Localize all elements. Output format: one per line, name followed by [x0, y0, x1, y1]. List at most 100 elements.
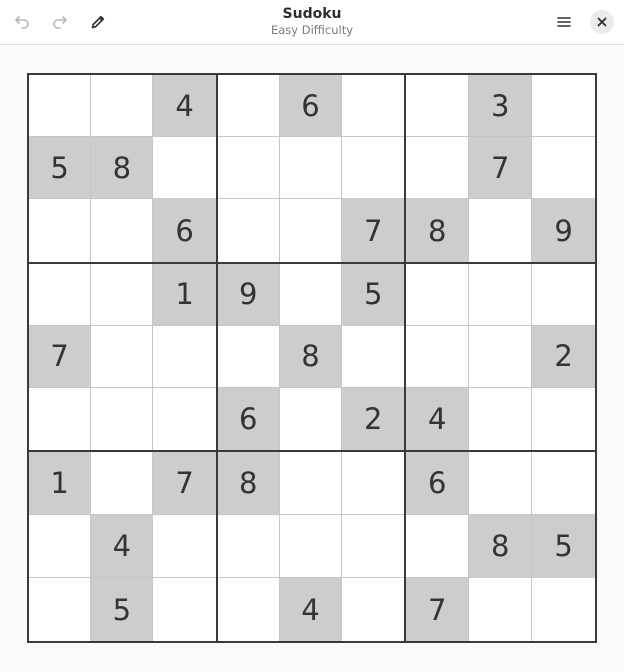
redo-button[interactable]	[44, 6, 76, 38]
sudoku-cell[interactable]: 5	[29, 137, 92, 200]
sudoku-cell[interactable]	[469, 325, 533, 389]
sudoku-cell[interactable]: 5	[91, 578, 154, 641]
sudoku-cell[interactable]: 7	[153, 452, 216, 516]
sudoku-cell[interactable]	[279, 515, 343, 579]
sudoku-cell[interactable]: 6	[153, 199, 216, 262]
sudoku-cell[interactable]	[342, 578, 405, 641]
sudoku-cell[interactable]	[406, 75, 470, 138]
sudoku-cell[interactable]: 8	[91, 137, 154, 200]
sudoku-cell[interactable]	[217, 75, 280, 138]
sudoku-cell[interactable]	[279, 199, 343, 262]
sudoku-cell[interactable]	[91, 75, 154, 138]
sudoku-cell[interactable]	[342, 452, 405, 516]
sudoku-box: 17	[29, 263, 218, 453]
sudoku-cell[interactable]: 6	[217, 388, 280, 451]
sudoku-cell[interactable]	[406, 325, 470, 389]
sudoku-cell[interactable]: 1	[29, 452, 92, 516]
sudoku-cell[interactable]	[279, 388, 343, 451]
sudoku-cell[interactable]	[342, 75, 405, 138]
sudoku-cell[interactable]: 7	[469, 137, 533, 200]
sudoku-cell[interactable]	[91, 263, 154, 326]
sudoku-cell[interactable]	[153, 325, 216, 389]
sudoku-cell[interactable]	[29, 515, 92, 579]
sudoku-cell[interactable]: 4	[406, 388, 470, 451]
close-button[interactable]	[590, 10, 614, 34]
sudoku-cell[interactable]	[532, 137, 595, 200]
window-title: Sudoku	[282, 6, 342, 22]
undo-button[interactable]	[6, 6, 38, 38]
sudoku-cell[interactable]	[29, 75, 92, 138]
sudoku-cell[interactable]	[469, 452, 533, 516]
sudoku-cell[interactable]: 8	[406, 199, 470, 262]
sudoku-cell[interactable]	[406, 515, 470, 579]
sudoku-cell[interactable]	[29, 388, 92, 451]
sudoku-cell[interactable]: 2	[532, 325, 595, 389]
main-menu-button[interactable]	[548, 6, 580, 38]
sudoku-box: 3789	[406, 75, 595, 264]
sudoku-box: 24	[406, 263, 595, 453]
sudoku-cell[interactable]	[532, 388, 595, 451]
sudoku-cell[interactable]	[342, 515, 405, 579]
sudoku-cell[interactable]	[279, 137, 343, 200]
sudoku-board: 45866737891795862241745846857	[27, 73, 597, 643]
sudoku-box: 84	[217, 452, 407, 641]
sudoku-cell[interactable]	[153, 578, 216, 641]
sudoku-cell[interactable]	[29, 578, 92, 641]
sudoku-cell[interactable]	[279, 452, 343, 516]
hamburger-menu-icon	[556, 14, 572, 30]
sudoku-cell[interactable]	[406, 137, 470, 200]
sudoku-cell[interactable]: 6	[279, 75, 343, 138]
sudoku-cell[interactable]	[91, 388, 154, 451]
sudoku-cell[interactable]: 3	[469, 75, 533, 138]
sudoku-cell[interactable]	[469, 263, 533, 326]
sudoku-cell[interactable]	[91, 452, 154, 516]
sudoku-cell[interactable]	[532, 263, 595, 326]
sudoku-cell[interactable]	[406, 263, 470, 326]
sudoku-cell[interactable]: 7	[342, 199, 405, 262]
sudoku-cell[interactable]: 4	[91, 515, 154, 579]
sudoku-box: 4586	[29, 75, 218, 264]
sudoku-cell[interactable]	[153, 137, 216, 200]
sudoku-box: 67	[217, 75, 407, 264]
sudoku-cell[interactable]	[342, 325, 405, 389]
sudoku-cell[interactable]	[91, 325, 154, 389]
sudoku-cell[interactable]: 4	[153, 75, 216, 138]
sudoku-cell[interactable]: 9	[532, 199, 595, 262]
sudoku-cell[interactable]: 9	[217, 263, 280, 326]
sudoku-cell[interactable]	[532, 75, 595, 138]
sudoku-box: 95862	[217, 263, 407, 453]
window-subtitle: Easy Difficulty	[270, 23, 354, 37]
sudoku-cell[interactable]	[217, 199, 280, 262]
sudoku-cell[interactable]: 6	[406, 452, 470, 516]
sudoku-window: Sudoku Easy Difficulty 45866737891795862…	[0, 0, 624, 672]
sudoku-cell[interactable]	[532, 452, 595, 516]
sudoku-cell[interactable]	[217, 515, 280, 579]
sudoku-cell[interactable]: 1	[153, 263, 216, 326]
sudoku-cell[interactable]	[153, 388, 216, 451]
sudoku-cell[interactable]	[342, 137, 405, 200]
sudoku-cell[interactable]	[29, 199, 92, 262]
sudoku-cell[interactable]: 2	[342, 388, 405, 451]
sudoku-cell[interactable]	[279, 263, 343, 326]
sudoku-cell[interactable]	[153, 515, 216, 579]
sudoku-cell[interactable]: 8	[469, 515, 533, 579]
sudoku-cell[interactable]: 5	[532, 515, 595, 579]
sudoku-cell[interactable]	[91, 199, 154, 262]
sudoku-cell[interactable]	[29, 263, 92, 326]
sudoku-cell[interactable]	[532, 578, 595, 641]
sudoku-cell[interactable]	[469, 578, 533, 641]
title-area: Sudoku Easy Difficulty	[200, 6, 424, 38]
sudoku-cell[interactable]: 7	[406, 578, 470, 641]
sudoku-cell[interactable]: 7	[29, 325, 92, 389]
notes-toggle-button[interactable]	[82, 6, 114, 38]
sudoku-cell[interactable]: 4	[279, 578, 343, 641]
sudoku-cell[interactable]	[469, 199, 533, 262]
sudoku-cell[interactable]	[217, 137, 280, 200]
sudoku-cell[interactable]	[217, 325, 280, 389]
header-bar: Sudoku Easy Difficulty	[0, 0, 624, 45]
sudoku-cell[interactable]	[469, 388, 533, 451]
sudoku-cell[interactable]	[217, 578, 280, 641]
sudoku-cell[interactable]: 5	[342, 263, 405, 326]
sudoku-cell[interactable]: 8	[279, 325, 343, 389]
sudoku-cell[interactable]: 8	[217, 452, 280, 516]
